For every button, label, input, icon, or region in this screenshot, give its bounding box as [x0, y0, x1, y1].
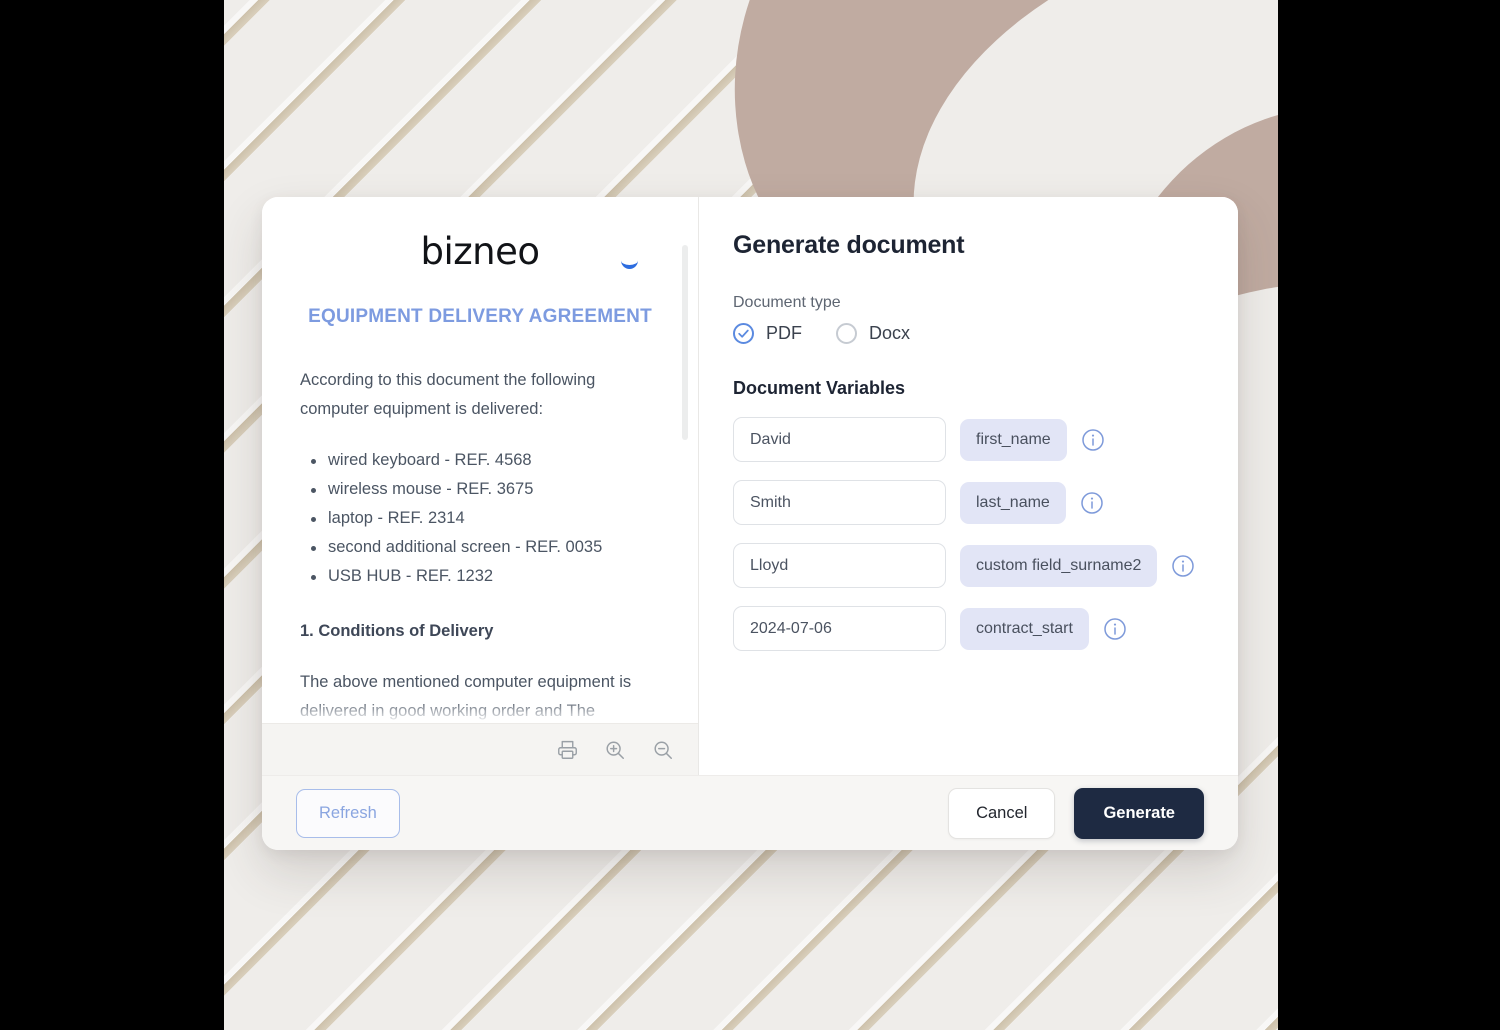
zoom-out-icon[interactable] [650, 737, 676, 763]
bizneo-logo-text: bizneo [420, 230, 540, 273]
list-item: second additional screen - REF. 0035 [300, 533, 660, 562]
radio-checked-icon [733, 323, 754, 344]
bizneo-logo: bizneo [300, 233, 660, 270]
variable-value-input[interactable] [733, 543, 946, 588]
document-variables-label: Document Variables [733, 378, 906, 398]
equipment-list: wired keyboard - REF. 4568 wireless mous… [300, 446, 660, 591]
cancel-button[interactable]: Cancel [948, 787, 1056, 839]
variable-value-input[interactable] [733, 417, 946, 462]
variable-row: contract_start [733, 606, 1198, 651]
footer-actions: Cancel Generate [948, 787, 1204, 839]
info-icon[interactable] [1171, 554, 1195, 578]
variable-tag: contract_start [960, 607, 1089, 650]
radio-label-docx: Docx [869, 323, 911, 343]
preview-toolbar [262, 723, 698, 775]
variable-value-input[interactable] [733, 606, 946, 651]
document-type-label: Document type [733, 294, 841, 311]
radio-unchecked-icon [836, 323, 857, 344]
modal-body: bizneo EQUIPMENT DELIVERY AGREEMENT Acco… [262, 197, 1238, 775]
info-icon[interactable] [1103, 617, 1127, 641]
list-item: wired keyboard - REF. 4568 [300, 446, 660, 475]
zoom-in-icon[interactable] [602, 737, 628, 763]
document-section-heading: 1. Conditions of Delivery [300, 622, 494, 640]
screen-root: bizneo EQUIPMENT DELIVERY AGREEMENT Acco… [0, 0, 1500, 1030]
generate-button[interactable]: Generate [1074, 787, 1204, 839]
document-preview-pane: bizneo EQUIPMENT DELIVERY AGREEMENT Acco… [262, 197, 699, 775]
variable-tag: last_name [960, 481, 1066, 524]
variable-row: custom field_surname2 [733, 543, 1198, 588]
variable-value-input[interactable] [733, 480, 946, 525]
list-item: laptop - REF. 2314 [300, 504, 660, 533]
print-icon[interactable] [554, 737, 580, 763]
generate-document-modal: bizneo EQUIPMENT DELIVERY AGREEMENT Acco… [262, 197, 1238, 850]
document-section-paragraph: The above mentioned computer equipment i… [300, 673, 632, 720]
info-icon[interactable] [1081, 428, 1105, 452]
variable-tag: custom field_surname2 [960, 544, 1158, 587]
radio-option-docx[interactable]: Docx [836, 323, 910, 344]
bizneo-smile-icon [621, 260, 638, 269]
document-heading: EQUIPMENT DELIVERY AGREEMENT [308, 306, 652, 327]
modal-footer: Refresh Cancel Generate [262, 775, 1238, 850]
radio-label-pdf: PDF [766, 323, 802, 343]
document-type-radio-group: PDF Docx [733, 323, 1198, 344]
document-intro-paragraph: According to this document the following… [300, 371, 596, 418]
radio-option-pdf[interactable]: PDF [733, 323, 802, 344]
variable-row: first_name [733, 417, 1198, 462]
info-icon[interactable] [1080, 491, 1104, 515]
refresh-button[interactable]: Refresh [296, 788, 400, 838]
preview-scrollbar[interactable] [682, 245, 688, 440]
list-item: wireless mouse - REF. 3675 [300, 475, 660, 504]
variable-tag: first_name [960, 418, 1067, 461]
generate-form-pane: Generate document Document type PDF Docx… [699, 197, 1238, 775]
variable-row: last_name [733, 480, 1198, 525]
page-title: Generate document [733, 231, 965, 259]
document-preview-scroll-area[interactable]: bizneo EQUIPMENT DELIVERY AGREEMENT Acco… [262, 197, 698, 723]
list-item: USB HUB - REF. 1232 [300, 562, 660, 591]
